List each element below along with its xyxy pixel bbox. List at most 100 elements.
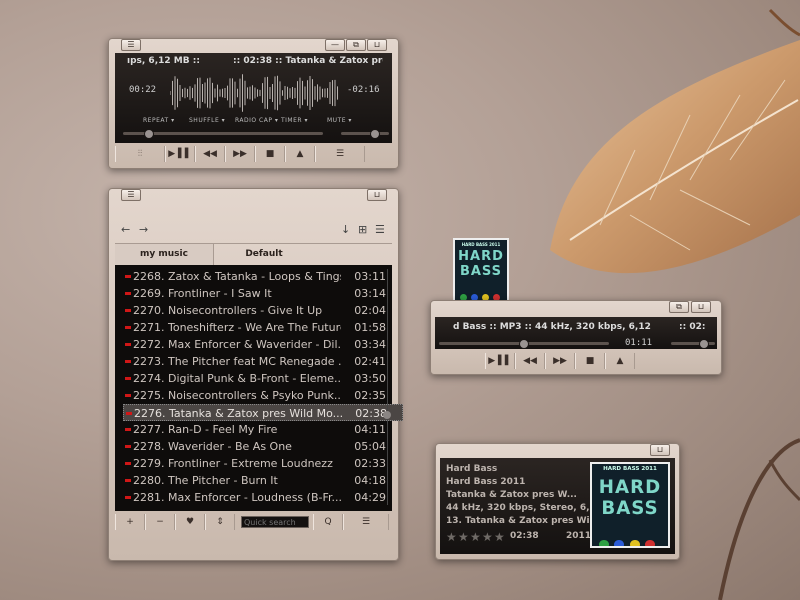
mini-eject-button[interactable]: ▲ — [605, 353, 635, 369]
restore-button[interactable]: ⧉ — [346, 39, 366, 51]
mini-scroll-text: d Bass :: MP3 :: 44 kHz, 320 kbps, 6,12 … — [453, 322, 653, 332]
track-title: 2278. Waverider - Be As One — [133, 440, 292, 453]
track-duration: 02:33 — [354, 457, 386, 470]
menu-button[interactable]: ☰ — [121, 39, 141, 51]
main-player-window: ☰ — ⧉ ⊔ ıps, 6,12 MB :: :: 02:38 :: Tata… — [108, 38, 399, 169]
mini-restore-button[interactable]: ⧉ — [669, 301, 689, 313]
track-marker-icon — [125, 496, 131, 499]
playlist-row[interactable]: 2272. Max Enforcer & Waverider - Dil... 0… — [123, 336, 403, 353]
mini-next-button[interactable]: ▶▶ — [545, 353, 575, 369]
track-marker-icon — [125, 343, 131, 346]
equalizer-button[interactable]: ⫶⫶ — [115, 146, 165, 162]
playlist-list: 2268. Zatox & Tatanka - Loops & Tings 03:… — [115, 265, 403, 511]
minimize-button[interactable]: — — [325, 39, 345, 51]
info-line: 13. Tatanka & Zatox pres Wild ... — [446, 516, 591, 526]
playlist-row[interactable]: 2280. The Pitcher - Burn It 04:18 — [123, 472, 403, 489]
playlist-row[interactable]: 2276. Tatanka & Zatox pres Wild Mo... 02:… — [123, 404, 403, 421]
toggle-timer[interactable]: TIMER ▾ — [281, 117, 308, 124]
playlist-row[interactable]: 2279. Frontliner - Extreme Loudnezz 02:33 — [123, 455, 403, 472]
playlist-row[interactable]: 2275. Noisecontrollers & Psyko Punk... 02… — [123, 387, 403, 404]
toggle-mute[interactable]: MUTE ▾ — [327, 117, 352, 124]
mini-seek-knob[interactable] — [519, 339, 529, 349]
grid-view-icon[interactable]: ⊞ — [358, 223, 367, 236]
autumn-leaf-background — [550, 8, 800, 274]
playlist-row[interactable]: 2270. Noisecontrollers - Give It Up 02:04 — [123, 302, 403, 319]
album-art-thumbnail[interactable]: HARD BASS 2011 HARD BASS — [453, 238, 509, 309]
next-button[interactable]: ▶▶ — [225, 146, 255, 162]
info-length: 02:38 — [510, 531, 539, 541]
seek-knob[interactable] — [144, 129, 154, 139]
compact-button[interactable]: ⊔ — [367, 39, 387, 51]
toggle-shuffle[interactable]: SHUFFLE ▾ — [189, 117, 225, 124]
star-icon[interactable]: ★ — [482, 530, 493, 544]
remove-button[interactable]: − — [145, 514, 175, 530]
track-title: 2280. The Pitcher - Burn It — [133, 474, 278, 487]
mini-play-pause-button[interactable]: ▶ ▌▌ — [485, 353, 515, 369]
album-art-top-text: HARD BASS 2011 — [603, 466, 657, 472]
track-marker-icon — [125, 445, 131, 448]
download-arrow-icon[interactable]: ↓ — [341, 223, 350, 236]
scrollbar-thumb[interactable] — [383, 411, 391, 419]
track-title: 2276. Tatanka & Zatox pres Wild Mo... — [134, 407, 342, 420]
playlist-row[interactable]: 2277. Ran-D - Feel My Fire 04:11 — [123, 421, 403, 438]
star-icon[interactable]: ★ — [446, 530, 457, 544]
tab-default[interactable]: Default — [214, 244, 314, 266]
play-pause-button[interactable]: ▶ ▌▌ — [165, 146, 195, 162]
toggle-repeat[interactable]: REPEAT ▾ — [143, 117, 175, 124]
add-button[interactable]: + — [115, 514, 145, 530]
volume-bar[interactable] — [341, 132, 389, 135]
sort-button[interactable]: ⇕ — [205, 514, 235, 530]
menu-list-button[interactable]: ☰ — [315, 146, 365, 162]
track-title: 2270. Noisecontrollers - Give It Up — [133, 304, 323, 317]
mini-stop-button[interactable]: ■ — [575, 353, 605, 369]
track-duration: 03:14 — [354, 287, 386, 300]
mini-player-window: ⧉ ⊔ d Bass :: MP3 :: 44 kHz, 320 kbps, 6… — [430, 300, 722, 375]
album-art-badge-icon — [629, 539, 640, 546]
mini-previous-button[interactable]: ◀◀ — [515, 353, 545, 369]
playlist-menu-list-button[interactable]: ☰ — [343, 514, 389, 530]
info-line: Hard Bass — [446, 464, 498, 474]
star-icon[interactable]: ★ — [494, 530, 505, 544]
previous-button[interactable]: ◀◀ — [195, 146, 225, 162]
twig-background — [718, 438, 800, 600]
playlist-row[interactable]: 2278. Waverider - Be As One 05:04 — [123, 438, 403, 455]
playlist-row[interactable]: 2271. Toneshifterz - We Are The Future 01… — [123, 319, 403, 336]
quick-search-input[interactable] — [241, 516, 309, 528]
volume-knob[interactable] — [369, 129, 380, 139]
playlist-menu-button[interactable]: ☰ — [121, 189, 141, 201]
info-year: 2011 — [566, 531, 592, 541]
star-icon[interactable]: ★ — [458, 530, 469, 544]
track-marker-icon — [125, 292, 131, 295]
back-arrow-icon[interactable]: ← — [121, 223, 130, 236]
track-duration: 01:58 — [354, 321, 386, 334]
stop-button[interactable]: ■ — [255, 146, 285, 162]
toggle-radio-cap[interactable]: RADIO CAP ▾ — [235, 117, 278, 124]
track-marker-icon — [125, 462, 131, 465]
star-icon[interactable]: ★ — [470, 530, 481, 544]
rating-stars[interactable]: ★ ★ ★ ★ ★ — [446, 530, 516, 544]
scrollbar-track[interactable] — [387, 269, 388, 505]
search-button[interactable]: Q — [313, 514, 343, 530]
playlist-row[interactable]: 2269. Frontliner - I Saw It 03:14 — [123, 285, 403, 302]
track-duration: 04:18 — [354, 474, 386, 487]
mini-compact-button[interactable]: ⊔ — [691, 301, 711, 313]
eject-button[interactable]: ▲ — [285, 146, 315, 162]
playlist-row[interactable]: 2273. The Pitcher feat MC Renegade ... 02… — [123, 353, 403, 370]
list-view-icon[interactable]: ☰ — [375, 223, 385, 236]
track-duration: 02:35 — [354, 389, 386, 402]
tab-my-music[interactable]: my music — [115, 244, 214, 266]
forward-arrow-icon[interactable]: → — [139, 223, 148, 236]
mini-transport-controls: ▶ ▌▌ ◀◀ ▶▶ ■ ▲ — [485, 353, 665, 369]
track-marker-icon — [126, 412, 132, 415]
info-compact-button[interactable]: ⊔ — [650, 444, 670, 456]
playlist-compact-button[interactable]: ⊔ — [367, 189, 387, 201]
album-art-badge-icon — [599, 539, 609, 546]
playlist-row[interactable]: 2281. Max Enforcer - Loudness (B-Fr... 04… — [123, 489, 403, 506]
info-lines: Hard Bass Hard Bass 2011 Tatanka & Zatox p… — [446, 463, 591, 528]
track-title: 2275. Noisecontrollers & Psyko Punk... — [133, 389, 341, 402]
playlist-row[interactable]: 2274. Digital Punk & B-Front - Eleme... 0… — [123, 370, 403, 387]
playlist-row[interactable]: 2268. Zatox & Tatanka - Loops & Tings 03:… — [123, 268, 403, 285]
mini-volume-knob[interactable] — [699, 339, 709, 349]
favorite-button[interactable]: ♥ — [175, 514, 205, 530]
track-duration: 04:29 — [354, 491, 386, 504]
